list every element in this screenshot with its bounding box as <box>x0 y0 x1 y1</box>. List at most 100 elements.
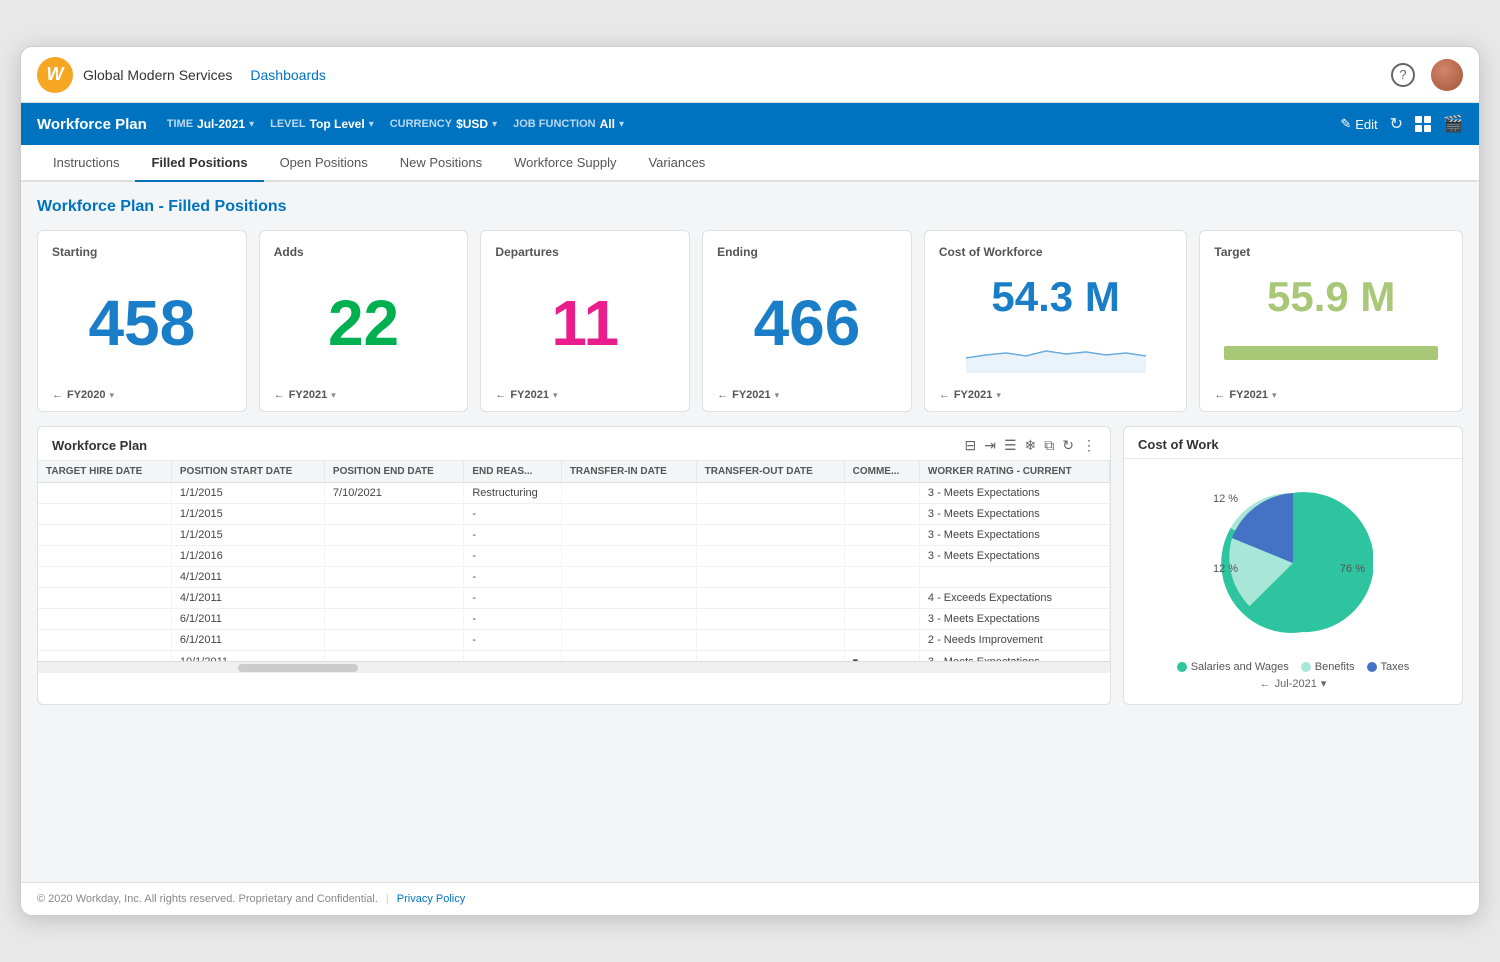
horizontal-scrollbar[interactable] <box>38 661 1110 673</box>
jobfunction-value: All <box>600 117 615 131</box>
refresh-table-icon[interactable]: ↻ <box>1062 437 1074 454</box>
cost-chevron: ▾ <box>996 390 1001 401</box>
table-row: 1/1/2015-3 - Meets Expectations <box>38 525 1110 546</box>
tab-open-positions[interactable]: Open Positions <box>264 145 384 182</box>
kpi-row: Starting 458 ← FY2020 ▾ Adds 22 ← FY2021… <box>37 230 1463 412</box>
help-icon[interactable]: ? <box>1391 63 1415 87</box>
tab-instructions[interactable]: Instructions <box>37 145 135 182</box>
kpi-starting-label: Starting <box>52 245 232 259</box>
table-cell <box>696 525 844 546</box>
table-scroll[interactable]: TARGET HIRE DATE POSITION START DATE POS… <box>38 461 1110 661</box>
table-cell <box>38 588 171 609</box>
avatar[interactable] <box>1431 59 1463 91</box>
table-cell <box>696 546 844 567</box>
logo-letter: W <box>47 64 64 85</box>
grid-view-icon[interactable] <box>1415 116 1431 132</box>
sparkline-area <box>939 325 1173 381</box>
kpi-adds: Adds 22 ← FY2021 ▾ <box>259 230 469 412</box>
table-cell: 2 - Needs Improvement <box>919 630 1109 651</box>
kpi-target-value: 55.9 M <box>1214 273 1448 321</box>
kpi-departures-footer: ← FY2021 ▾ <box>495 389 675 401</box>
camera-icon[interactable]: 🎬 <box>1443 114 1463 134</box>
col-end-reason[interactable]: END REAS... <box>464 461 561 483</box>
table-cell <box>844 504 919 525</box>
table-cell <box>696 504 844 525</box>
edit-button[interactable]: ✎ Edit <box>1340 116 1377 132</box>
kpi-departures-label: Departures <box>495 245 675 259</box>
workday-logo[interactable]: W <box>37 57 73 93</box>
tabs-bar: Instructions Filled Positions Open Posit… <box>21 145 1479 182</box>
freeze-icon[interactable]: ❄ <box>1025 437 1037 454</box>
table-cell <box>38 651 171 662</box>
kpi-cost-label: Cost of Workforce <box>939 245 1173 259</box>
table-cell: 7/10/2021 <box>324 483 463 504</box>
table-cell: Restructuring <box>464 483 561 504</box>
dashboards-link[interactable]: Dashboards <box>250 67 326 83</box>
table-cell <box>324 504 463 525</box>
tab-workforce-supply[interactable]: Workforce Supply <box>498 145 632 182</box>
table-cell: ▾ <box>844 651 919 662</box>
col-transfer-in[interactable]: TRANSFER-IN DATE <box>561 461 696 483</box>
table-cell <box>38 546 171 567</box>
table-cell <box>696 588 844 609</box>
blue-bar-title: Workforce Plan <box>37 116 147 133</box>
table-cell <box>844 525 919 546</box>
departures-year: FY2021 <box>510 389 549 401</box>
export-icon[interactable]: ⇥ <box>984 437 996 454</box>
pie-section: Cost of Work <box>1123 426 1463 705</box>
columns-icon[interactable]: ☰ <box>1004 437 1017 454</box>
level-value: Top Level <box>310 117 365 131</box>
table-cell <box>38 483 171 504</box>
table-cell: 3 - Meets Expectations <box>919 651 1109 662</box>
table-cell <box>324 525 463 546</box>
pencil-icon: ✎ <box>1340 116 1351 132</box>
table-row: 6/1/2011-2 - Needs Improvement <box>38 630 1110 651</box>
tab-filled-positions[interactable]: Filled Positions <box>135 145 263 182</box>
filter-icon[interactable]: ⊟ <box>965 437 977 454</box>
table-row: 4/1/2011-4 - Exceeds Expectations <box>38 588 1110 609</box>
refresh-icon[interactable]: ↻ <box>1390 114 1403 134</box>
table-cell <box>844 630 919 651</box>
copy-icon[interactable]: ⧉ <box>1044 437 1054 454</box>
col-hire-date[interactable]: TARGET HIRE DATE <box>38 461 171 483</box>
time-value: Jul-2021 <box>197 117 245 131</box>
scroll-thumb[interactable] <box>238 664 358 672</box>
table-cell <box>38 567 171 588</box>
currency-filter[interactable]: CURRENCY $USD ▾ <box>390 117 497 131</box>
pie-label-12b: 12 % <box>1213 563 1238 575</box>
col-transfer-out[interactable]: TRANSFER-OUT DATE <box>696 461 844 483</box>
legend-taxes: Taxes <box>1367 661 1410 673</box>
kpi-starting-footer: ← FY2020 ▾ <box>52 389 232 401</box>
footer-bar: © 2020 Workday, Inc. All rights reserved… <box>21 882 1479 915</box>
starting-year: FY2020 <box>67 389 106 401</box>
table-cell <box>696 483 844 504</box>
table-cell: 3 - Meets Expectations <box>919 525 1109 546</box>
tab-variances[interactable]: Variances <box>632 145 721 182</box>
jobfunction-filter[interactable]: JOB FUNCTION All ▾ <box>513 117 624 131</box>
tab-new-positions[interactable]: New Positions <box>384 145 498 182</box>
table-cell: - <box>464 630 561 651</box>
col-end-date[interactable]: POSITION END DATE <box>324 461 463 483</box>
time-filter[interactable]: TIME Jul-2021 ▾ <box>167 117 254 131</box>
kpi-departures: Departures 11 ← FY2021 ▾ <box>480 230 690 412</box>
table-cell <box>561 546 696 567</box>
table-row: 4/1/2011- <box>38 567 1110 588</box>
table-cell <box>38 609 171 630</box>
col-start-date[interactable]: POSITION START DATE <box>171 461 324 483</box>
table-cell: 3 - Meets Expectations <box>919 609 1109 630</box>
table-cell <box>561 525 696 546</box>
table-cell: - <box>464 546 561 567</box>
copyright-text: © 2020 Workday, Inc. All rights reserved… <box>37 893 378 905</box>
starting-chevron: ▾ <box>110 390 115 401</box>
more-icon[interactable]: ⋮ <box>1082 437 1096 454</box>
level-label: LEVEL <box>270 118 305 130</box>
blue-bar: Workforce Plan TIME Jul-2021 ▾ LEVEL Top… <box>21 103 1479 145</box>
top-nav: W Global Modern Services Dashboards ? <box>21 47 1479 103</box>
table-cell <box>324 546 463 567</box>
col-rating[interactable]: WORKER RATING - CURRENT <box>919 461 1109 483</box>
table-cell: 4/1/2011 <box>171 567 324 588</box>
col-comment[interactable]: COMME... <box>844 461 919 483</box>
level-filter[interactable]: LEVEL Top Level ▾ <box>270 117 374 131</box>
privacy-policy-link[interactable]: Privacy Policy <box>397 893 465 905</box>
legend-benefits: Benefits <box>1301 661 1355 673</box>
